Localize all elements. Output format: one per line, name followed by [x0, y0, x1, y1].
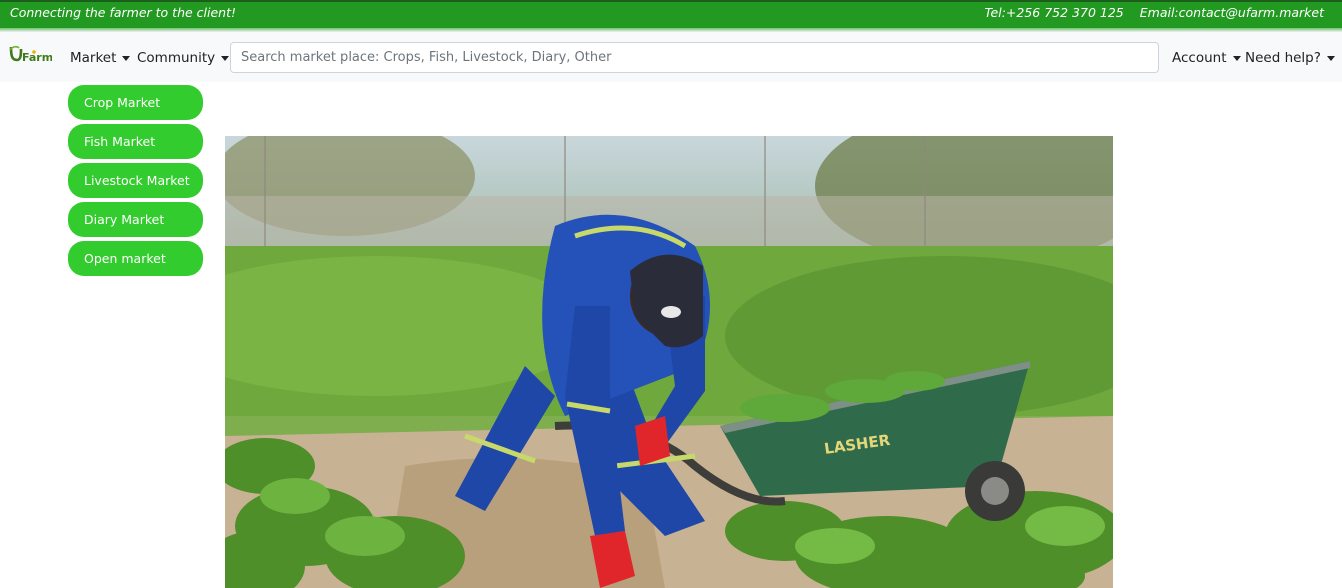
- chevron-down-icon: [221, 55, 230, 61]
- help-dropdown[interactable]: Need help?: [1245, 50, 1335, 66]
- contact-info: Tel:+256 752 370 125 Email:contact@ufarm…: [984, 5, 1324, 20]
- sidebar-item-crop-market[interactable]: Crop Market: [68, 85, 203, 120]
- top-contact-bar: Connecting the farmer to the client! Tel…: [0, 0, 1342, 28]
- market-dropdown-label: Market: [70, 50, 117, 66]
- main-navbar: Farm Market Community Account Need help?: [0, 32, 1342, 82]
- help-dropdown-label: Need help?: [1245, 50, 1321, 66]
- sidebar-item-fish-market[interactable]: Fish Market: [68, 124, 203, 159]
- ufarm-logo-icon: Farm: [9, 45, 53, 64]
- farmer-illustration: LASHER: [225, 136, 1113, 588]
- chevron-down-icon: [1232, 55, 1241, 61]
- account-dropdown[interactable]: Account: [1172, 50, 1241, 66]
- account-dropdown-label: Account: [1172, 50, 1227, 66]
- chevron-down-icon: [122, 55, 131, 61]
- community-dropdown[interactable]: Community: [137, 50, 230, 66]
- sidebar-item-diary-market[interactable]: Diary Market: [68, 202, 203, 237]
- chevron-down-icon: [1326, 55, 1335, 61]
- svg-text:Farm: Farm: [22, 51, 52, 64]
- sidebar-item-open-market[interactable]: Open market: [68, 241, 203, 276]
- sidebar-item-livestock-market[interactable]: Livestock Market: [68, 163, 203, 198]
- ufarm-logo[interactable]: Farm: [8, 44, 53, 66]
- tagline: Connecting the farmer to the client!: [10, 5, 237, 20]
- phone-number: Tel:+256 752 370 125: [984, 5, 1124, 20]
- community-dropdown-label: Community: [137, 50, 216, 66]
- hero-image: LASHER: [225, 136, 1113, 588]
- market-dropdown[interactable]: Market: [70, 50, 131, 66]
- search-input[interactable]: [230, 42, 1159, 73]
- email-address: Email:contact@ufarm.market: [1139, 5, 1324, 20]
